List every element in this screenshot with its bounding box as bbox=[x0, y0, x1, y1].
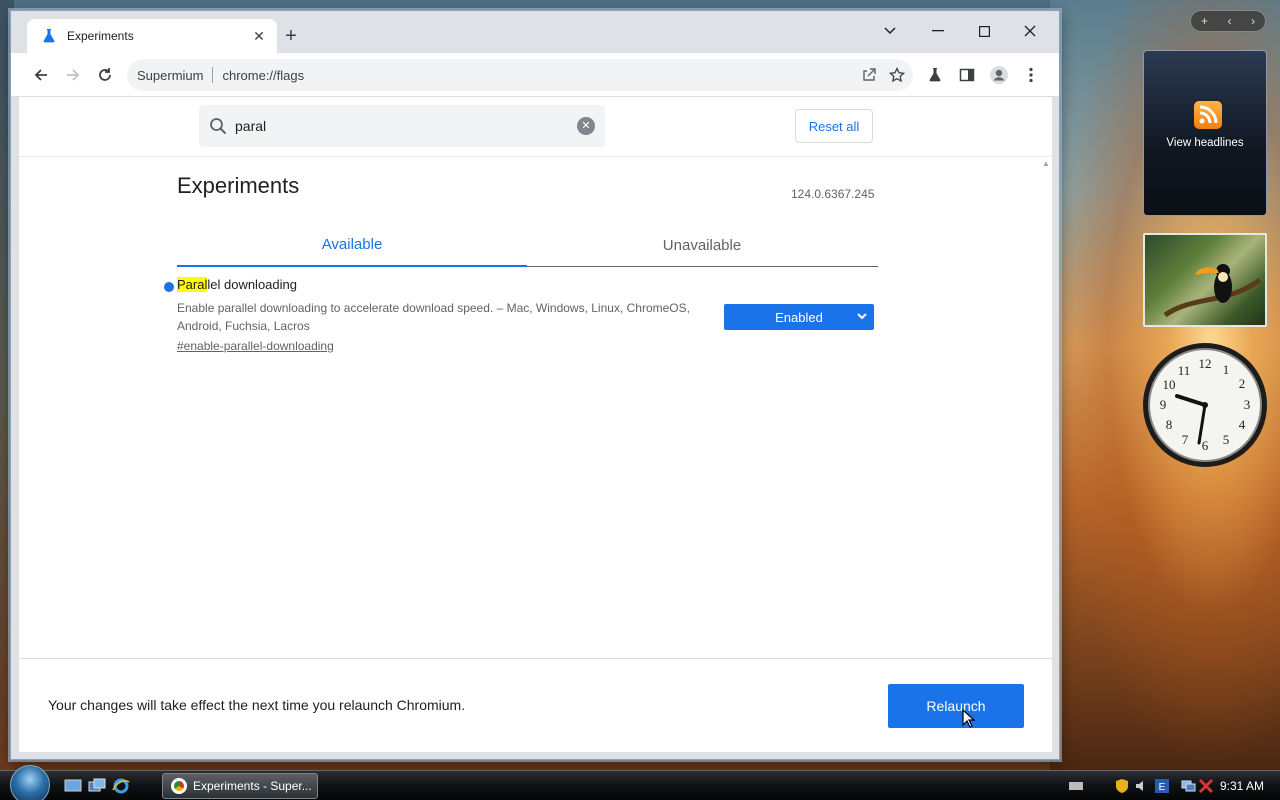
search-input[interactable]: paral bbox=[235, 118, 577, 134]
address-bar[interactable]: Supermium chrome://flags bbox=[127, 59, 913, 91]
page-title: Experiments bbox=[177, 173, 300, 198]
previous-gadget-icon[interactable]: ‹ bbox=[1228, 14, 1232, 28]
maximize-button[interactable] bbox=[961, 17, 1007, 45]
reload-button[interactable] bbox=[91, 61, 119, 89]
add-gadget-icon[interactable]: + bbox=[1201, 14, 1208, 28]
flag-state-value: Enabled bbox=[775, 309, 823, 325]
taskbar-clock[interactable]: 9:31 AM bbox=[1220, 779, 1264, 793]
svg-text:1: 1 bbox=[1223, 362, 1230, 377]
tab-title: Experiments bbox=[67, 29, 134, 43]
slideshow-gadget[interactable] bbox=[1143, 233, 1267, 327]
taskbar-button-label: Experiments - Super... bbox=[193, 779, 312, 793]
relaunch-message: Your changes will take effect the next t… bbox=[48, 697, 466, 713]
omnibox-url: chrome://flags bbox=[222, 67, 305, 83]
flags-header: paral ✕ Reset all bbox=[19, 97, 1052, 157]
svg-text:E: E bbox=[1159, 782, 1166, 793]
svg-text:8: 8 bbox=[1166, 417, 1173, 432]
svg-text:6: 6 bbox=[1202, 438, 1209, 453]
system-tray: E 9:31 AM bbox=[1060, 771, 1280, 800]
browser-toolbar: Supermium chrome://flags bbox=[11, 53, 1059, 97]
new-tab-button[interactable]: + bbox=[279, 25, 303, 49]
menu-kebab-icon[interactable] bbox=[1017, 61, 1045, 89]
scroll-up-arrow[interactable]: ▲ bbox=[1040, 159, 1052, 173]
flag-name: Parallel downloading bbox=[177, 277, 297, 292]
browser-window: Experiments ✕ + Supermium chrome://flags… bbox=[10, 10, 1060, 760]
search-highlight: Paral bbox=[177, 277, 208, 292]
side-panel-icon[interactable] bbox=[953, 61, 981, 89]
version-label: 124.0.6367.245 bbox=[791, 187, 875, 201]
rss-icon bbox=[1194, 101, 1222, 129]
svg-text:9: 9 bbox=[1160, 397, 1167, 412]
keyboard-icon[interactable] bbox=[1068, 778, 1084, 794]
clock-gadget[interactable]: 12 1 2 345 678 9 10 11 bbox=[1141, 341, 1269, 469]
svg-text:3: 3 bbox=[1244, 397, 1251, 412]
search-icon bbox=[210, 118, 227, 135]
tab-available[interactable]: Available bbox=[177, 223, 527, 267]
show-desktop-icon[interactable] bbox=[64, 778, 82, 794]
feed-label: View headlines bbox=[1166, 137, 1244, 149]
close-tab-icon[interactable]: ✕ bbox=[251, 28, 267, 44]
mouse-cursor-icon bbox=[962, 709, 976, 728]
clear-search-icon[interactable]: ✕ bbox=[577, 117, 595, 135]
reset-all-button[interactable]: Reset all bbox=[795, 109, 873, 143]
security-shield-icon[interactable] bbox=[1114, 778, 1130, 794]
flag-entry: Parallel downloading Enable parallel dow… bbox=[164, 277, 877, 357]
flags-content: Experiments 124.0.6367.245 Available Una… bbox=[19, 157, 1040, 658]
bookmark-star-icon[interactable] bbox=[883, 61, 911, 89]
chromium-icon bbox=[171, 778, 187, 794]
flags-page: paral ✕ Reset all ▲ Experiments 124.0.63… bbox=[19, 97, 1052, 752]
labs-icon[interactable] bbox=[921, 61, 949, 89]
forward-button[interactable] bbox=[59, 61, 87, 89]
modified-indicator-dot bbox=[164, 282, 174, 292]
flags-tabs: Available Unavailable bbox=[177, 223, 878, 267]
taskbar-browser-button[interactable]: Experiments - Super... bbox=[162, 773, 318, 799]
start-button[interactable] bbox=[10, 765, 50, 800]
analog-clock-icon: 12 12 345 678 91011 bbox=[1143, 343, 1267, 467]
gadget-toolbar: + ‹ › bbox=[1190, 10, 1266, 32]
back-button[interactable] bbox=[27, 61, 55, 89]
next-gadget-icon[interactable]: › bbox=[1251, 14, 1255, 28]
chevron-down-icon bbox=[857, 313, 867, 320]
svg-text:7: 7 bbox=[1182, 432, 1189, 447]
svg-text:12: 12 bbox=[1199, 356, 1212, 371]
speaker-icon[interactable] bbox=[1134, 778, 1150, 794]
language-bar-icon[interactable]: E bbox=[1154, 778, 1170, 794]
tab-experiments[interactable]: Experiments ✕ bbox=[27, 19, 277, 53]
internet-explorer-icon[interactable] bbox=[112, 778, 130, 794]
flag-name-rest: lel downloading bbox=[207, 277, 297, 292]
svg-text:4: 4 bbox=[1239, 417, 1246, 432]
flask-icon bbox=[43, 29, 55, 43]
svg-text:2: 2 bbox=[1239, 376, 1246, 391]
tab-unavailable[interactable]: Unavailable bbox=[527, 223, 877, 267]
omnibox-divider bbox=[212, 67, 214, 83]
feed-headlines-gadget[interactable]: View headlines bbox=[1143, 50, 1267, 216]
close-window-button[interactable] bbox=[1007, 17, 1053, 45]
tab-strip: Experiments ✕ + bbox=[11, 11, 1059, 53]
svg-text:5: 5 bbox=[1223, 432, 1230, 447]
flags-search-box[interactable]: paral ✕ bbox=[199, 105, 605, 147]
flag-description: Enable parallel downloading to accelerat… bbox=[177, 301, 690, 333]
relaunch-button[interactable]: Relaunch bbox=[888, 684, 1024, 728]
flag-permalink[interactable]: #enable-parallel-downloading bbox=[177, 339, 334, 353]
network-icon[interactable] bbox=[1180, 778, 1196, 794]
share-icon[interactable] bbox=[855, 61, 883, 89]
flag-state-select[interactable]: Enabled bbox=[724, 304, 874, 330]
minimize-button[interactable] bbox=[915, 17, 961, 45]
relaunch-footer: Your changes will take effect the next t… bbox=[19, 658, 1052, 752]
toucan-photo bbox=[1163, 264, 1262, 318]
tab-search-icon[interactable] bbox=[867, 17, 913, 45]
svg-text:10: 10 bbox=[1163, 377, 1176, 392]
network-error-icon[interactable] bbox=[1198, 778, 1214, 794]
taskbar: Experiments - Super... E 9:31 AM bbox=[0, 765, 1280, 800]
profile-avatar[interactable] bbox=[985, 61, 1013, 89]
omnibox-origin: Supermium bbox=[137, 67, 204, 83]
svg-text:11: 11 bbox=[1178, 363, 1191, 378]
switch-windows-icon[interactable] bbox=[88, 778, 106, 794]
